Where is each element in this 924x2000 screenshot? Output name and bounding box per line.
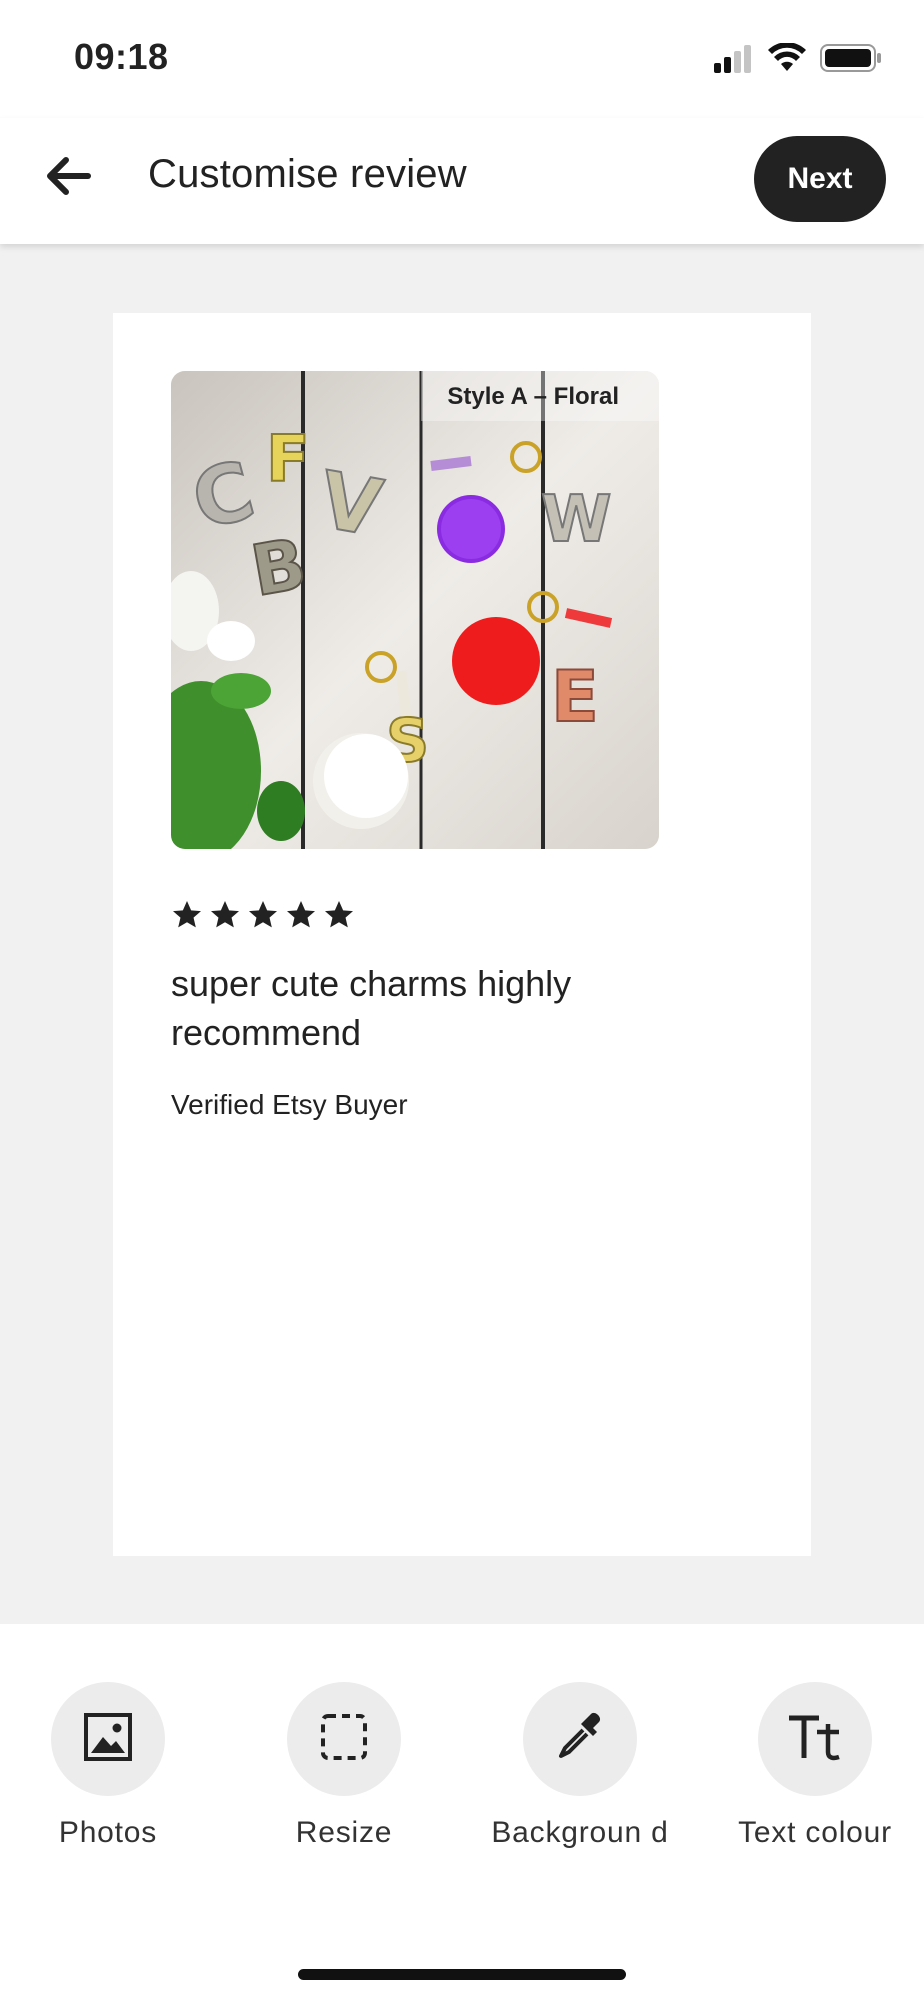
text-size-icon [787,1712,843,1767]
review-photo[interactable]: C F V B W E S Style A – Floral [171,371,659,849]
review-photo-image: C F V B W E S [171,371,659,849]
star-icon [209,899,241,931]
photos-tool-circle[interactable] [51,1682,165,1796]
text-colour-tool-button[interactable]: Text colour [715,1682,915,1852]
next-button[interactable]: Next [754,136,886,222]
review-preview-area: C F V B W E S Style A – Floral super cut… [0,244,924,1624]
text-colour-tool-label: Text colour [738,1816,892,1849]
reviewer-label: Verified Etsy Buyer [171,1089,408,1120]
star-icon [247,899,279,931]
signal-icon [714,43,754,78]
battery-icon [820,43,882,78]
resize-icon [319,1712,369,1767]
photos-tool-label: Photos [58,1816,158,1849]
resize-tool-label: Resize [295,1816,393,1849]
review-text: super cute charms highly recommend [171,963,572,1053]
back-button[interactable] [38,148,98,208]
resize-tool-button[interactable]: Resize [244,1682,444,1852]
status-time: 09:18 [74,36,169,77]
app-header: Customise review Next [0,118,924,244]
svg-text:F: F [266,423,310,497]
text-colour-tool-circle[interactable] [758,1682,872,1796]
page-title: Customise review [148,152,467,196]
status-icons [714,40,882,80]
photos-tool-button[interactable]: Photos [8,1682,208,1852]
svg-text:W: W [541,483,612,557]
resize-tool-circle[interactable] [287,1682,401,1796]
image-icon [83,1712,133,1767]
star-icon [171,899,203,931]
eyedropper-icon [553,1710,607,1769]
background-tool-circle[interactable] [523,1682,637,1796]
star-icon [285,899,317,931]
review-card: C F V B W E S Style A – Floral super cut… [113,313,811,1556]
edit-toolbar: Photos Resize Backgroun d Text colour [0,1624,924,2000]
background-tool-label: Backgroun d [491,1816,669,1849]
svg-text:E: E [551,656,599,738]
photo-caption: Style A – Floral [447,383,619,410]
home-indicator [298,1969,626,1980]
arrow-left-icon [44,156,92,201]
status-bar: 09:18 [0,0,924,118]
star-rating [171,899,355,931]
background-tool-button[interactable]: Backgroun d [480,1682,680,1852]
star-icon [323,899,355,931]
wifi-icon [768,41,806,78]
